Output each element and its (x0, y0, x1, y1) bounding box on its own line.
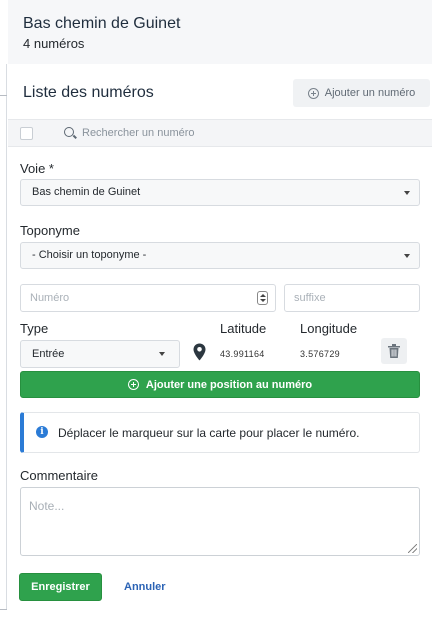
save-label: Enregistrer (31, 581, 90, 593)
street-header: Bas chemin de Guinet 4 numéros (8, 0, 432, 64)
trash-icon (388, 344, 400, 358)
cancel-button[interactable]: Annuler (124, 581, 166, 593)
type-label: Type (20, 321, 49, 336)
stepper-icon[interactable] (257, 291, 268, 305)
map-marker-icon[interactable] (193, 343, 206, 361)
numero-placeholder: Numéro (30, 292, 70, 304)
add-number-button[interactable]: Ajouter un numéro (293, 79, 430, 107)
type-value: Entrée (32, 348, 65, 360)
divider-tick (0, 95, 7, 96)
type-select[interactable]: Entrée (20, 340, 180, 368)
search-bar: Rechercher un numéro (8, 119, 432, 147)
add-number-label: Ajouter un numéro (324, 87, 416, 99)
info-alert: i Déplacer le marqueur sur la carte pour… (20, 412, 420, 453)
voie-value: Bas chemin de Guinet (32, 186, 141, 198)
add-circle-icon (127, 379, 139, 390)
search-icon (64, 127, 74, 137)
info-icon: i (36, 426, 48, 438)
latitude-value: 43.991164 (220, 349, 265, 359)
search-input[interactable]: Rechercher un numéro (82, 127, 195, 139)
info-message: Déplacer le marqueur sur la carte pour p… (58, 426, 360, 440)
add-position-button[interactable]: Ajouter une position au numéro (20, 371, 420, 398)
suffixe-input[interactable]: suffixe (284, 284, 420, 312)
toponyme-value: - Choisir un toponyme - (32, 249, 147, 261)
resize-grip-icon[interactable] (408, 544, 417, 553)
comment-placeholder: Note... (29, 499, 65, 513)
toponyme-label: Toponyme (20, 223, 80, 238)
numbers-count: 4 numéros (23, 36, 85, 51)
divider-tick (0, 609, 7, 610)
comment-label: Commentaire (20, 468, 99, 483)
voie-select[interactable]: Bas chemin de Guinet (20, 179, 420, 206)
latitude-label: Latitude (220, 321, 267, 336)
save-button[interactable]: Enregistrer (19, 573, 102, 601)
longitude-label: Longitude (300, 321, 358, 336)
delete-position-button[interactable] (381, 338, 407, 364)
caret-down-icon (159, 352, 165, 356)
longitude-value: 3.576729 (300, 349, 340, 359)
panel-divider (6, 64, 7, 609)
numbers-list-title: Liste des numéros (23, 84, 154, 101)
street-title: Bas chemin de Guinet (23, 15, 181, 32)
select-all-checkbox[interactable] (20, 127, 33, 140)
numero-input[interactable]: Numéro (20, 284, 276, 312)
toponyme-select[interactable]: - Choisir un toponyme - (20, 242, 420, 269)
voie-label: Voie * (20, 161, 54, 176)
caret-down-icon (404, 254, 410, 258)
suffixe-placeholder: suffixe (294, 292, 326, 304)
add-circle-icon (307, 87, 319, 99)
add-position-label: Ajouter une position au numéro (145, 378, 313, 391)
caret-down-icon (404, 191, 410, 195)
comment-textarea[interactable]: Note... (20, 487, 420, 556)
